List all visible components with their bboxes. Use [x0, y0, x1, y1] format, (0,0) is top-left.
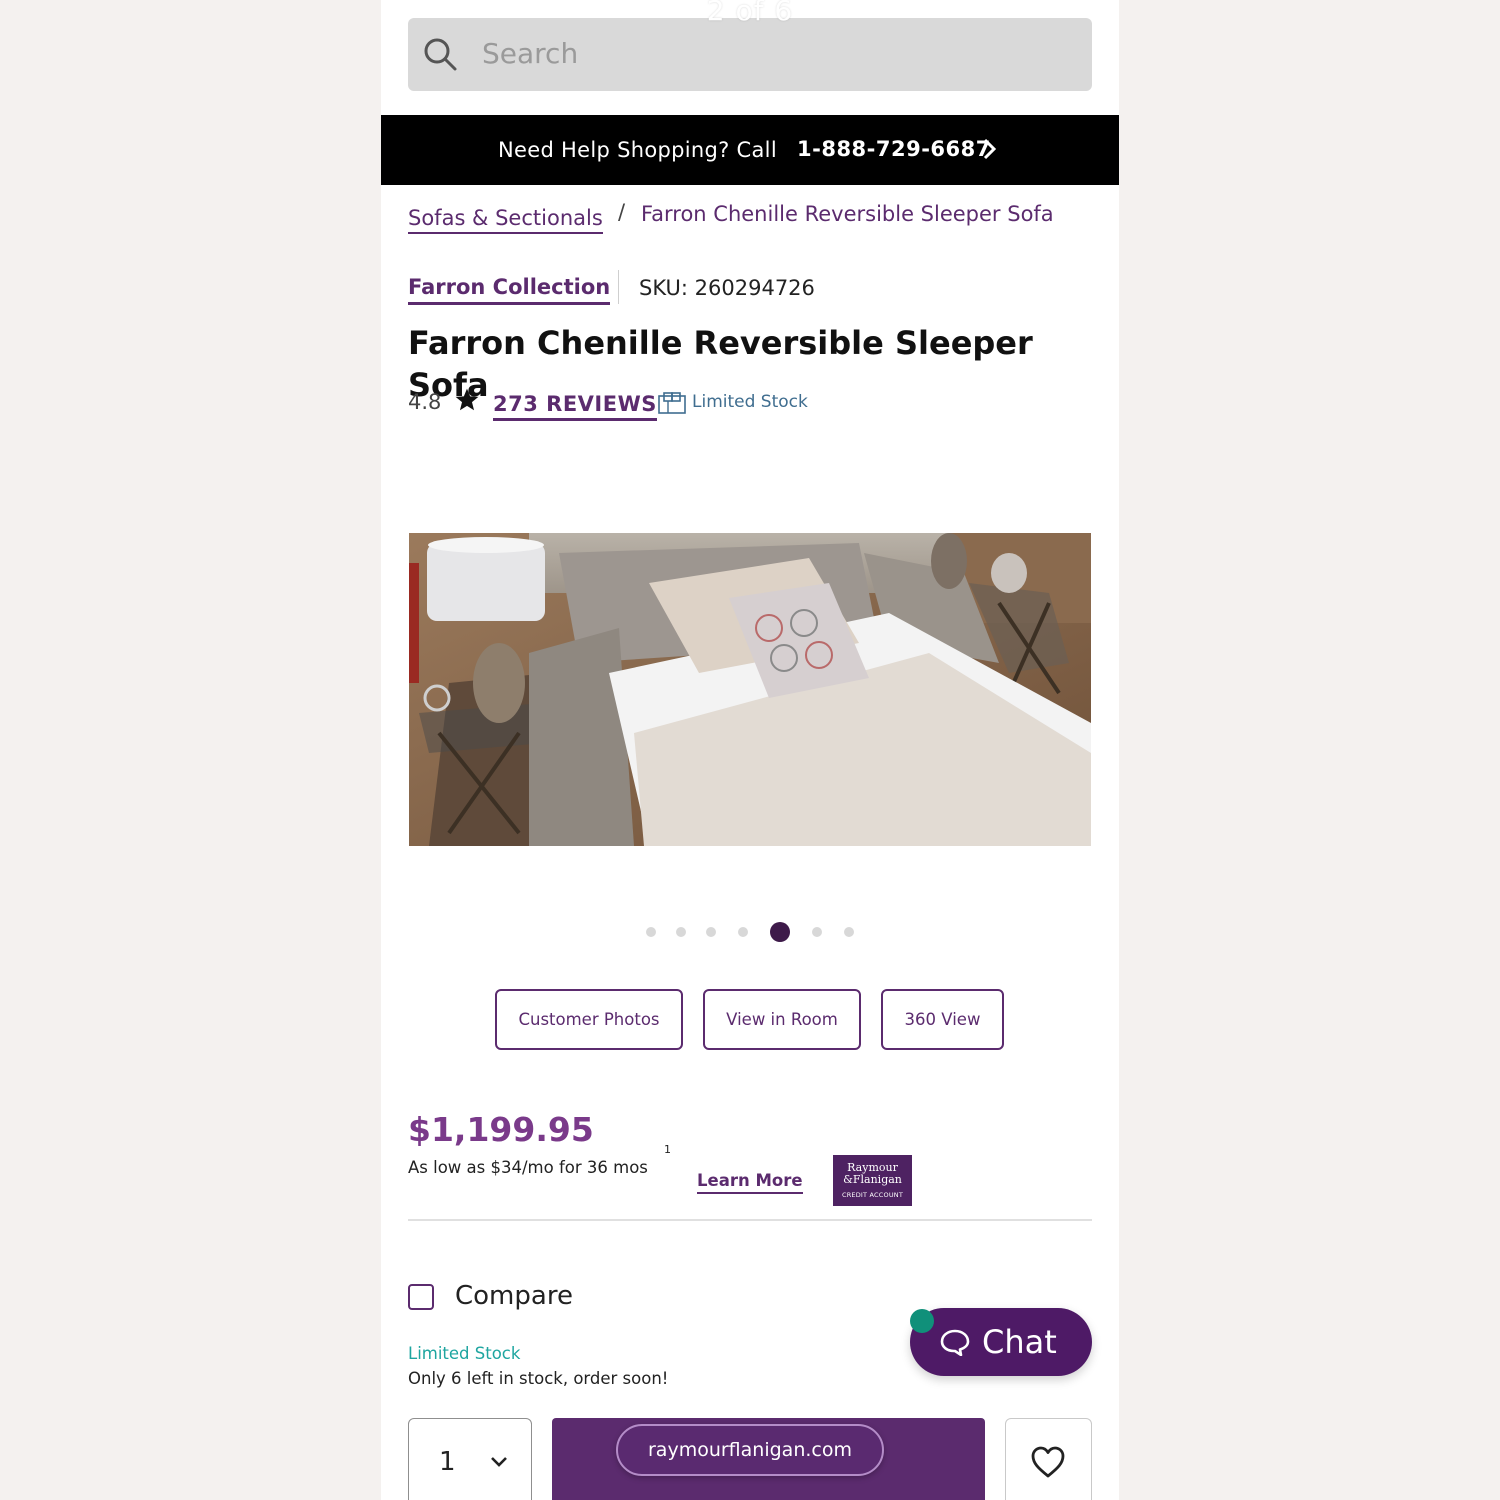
- sleeper-sofa-photo: [409, 533, 1091, 846]
- footnote-marker: 1: [664, 1143, 671, 1156]
- limited-stock-badge: Limited Stock: [692, 392, 808, 412]
- reviews-link[interactable]: 273 REVIEWS: [493, 390, 657, 421]
- stock-icon: [658, 392, 686, 414]
- pagination-dot[interactable]: [646, 927, 656, 937]
- pagination-dot[interactable]: [844, 927, 854, 937]
- financing-text: As low as $34/mo for 36 mos: [408, 1158, 648, 1177]
- chevron-down-icon: [491, 1457, 507, 1467]
- wishlist-button[interactable]: [1005, 1418, 1092, 1500]
- compare-checkbox[interactable]: [408, 1284, 434, 1310]
- breadcrumb-separator: /: [618, 200, 626, 224]
- image-counter: 2 of 6: [706, 0, 794, 27]
- breadcrumb-current[interactable]: Farron Chenille Reversible Sleeper Sofa: [641, 200, 1054, 228]
- product-page: Search 2 of 6 Need Help Shopping? Call 1…: [381, 0, 1119, 1500]
- chat-button[interactable]: Chat: [910, 1308, 1092, 1376]
- credit-logo-line2: &Flanigan: [843, 1173, 902, 1186]
- online-status-dot: [910, 1309, 934, 1333]
- rating-value: 4.8: [408, 390, 442, 414]
- compare-label[interactable]: Compare: [455, 1279, 573, 1313]
- heart-icon: [1031, 1446, 1065, 1478]
- divider: [408, 1219, 1092, 1221]
- pagination-dot[interactable]: [676, 927, 686, 937]
- chat-label: Chat: [982, 1323, 1057, 1361]
- credit-logo-line3: CREDIT ACCOUNT: [841, 1191, 904, 1199]
- sku-text: SKU: 260294726: [639, 276, 815, 300]
- customer-photos-button[interactable]: Customer Photos: [495, 989, 683, 1050]
- stock-status: Limited Stock: [408, 1344, 521, 1363]
- pagination-dot[interactable]: [738, 927, 748, 937]
- view-in-room-button[interactable]: View in Room: [703, 989, 861, 1050]
- collection-link[interactable]: Farron Collection: [408, 273, 611, 305]
- chat-bubble-icon: [940, 1329, 970, 1356]
- help-banner[interactable]: Need Help Shopping? Call 1-888-729-6687: [381, 115, 1119, 185]
- help-phone-link[interactable]: 1-888-729-6687: [797, 134, 991, 164]
- product-image[interactable]: [409, 533, 1091, 846]
- quantity-select[interactable]: 1: [408, 1418, 532, 1500]
- breadcrumb-link-sofas[interactable]: Sofas & Sectionals: [408, 204, 603, 234]
- learn-more-link[interactable]: Learn More: [697, 1170, 803, 1194]
- search-bar[interactable]: Search: [408, 18, 1092, 91]
- source-url-watermark: raymourflanigan.com: [616, 1424, 884, 1476]
- help-text: Need Help Shopping? Call: [498, 138, 777, 162]
- quantity-value: 1: [439, 1447, 456, 1477]
- price: $1,199.95: [408, 1110, 594, 1149]
- search-icon: [424, 38, 457, 71]
- pagination-dot[interactable]: [812, 927, 822, 937]
- pagination-dot[interactable]: [706, 927, 716, 937]
- search-input[interactable]: Search: [482, 36, 578, 72]
- divider: [618, 270, 619, 304]
- credit-account-logo[interactable]: Raymour &Flanigan CREDIT ACCOUNT: [833, 1155, 912, 1206]
- pagination-dot-active[interactable]: [770, 922, 790, 942]
- 360-view-button[interactable]: 360 View: [881, 989, 1004, 1050]
- star-icon: [455, 388, 479, 411]
- chevron-right-icon: [983, 138, 997, 160]
- stock-detail: Only 6 left in stock, order soon!: [408, 1369, 669, 1388]
